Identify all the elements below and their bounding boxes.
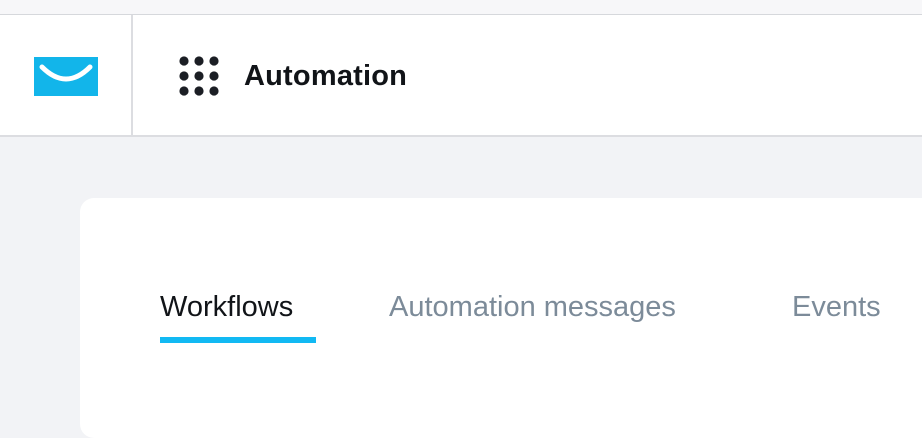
top-header: Automation bbox=[0, 15, 922, 137]
browser-top-strip bbox=[0, 0, 922, 15]
tab-events[interactable]: Events bbox=[792, 289, 881, 325]
app-grid-icon[interactable] bbox=[179, 56, 219, 96]
tab-workflows[interactable]: Workflows bbox=[160, 289, 293, 325]
getresponse-logo-icon[interactable] bbox=[34, 57, 98, 96]
tab-automation-messages[interactable]: Automation messages bbox=[389, 289, 676, 325]
active-tab-indicator bbox=[160, 337, 316, 343]
page-title: Automation bbox=[244, 60, 408, 92]
logo-container[interactable] bbox=[0, 15, 133, 135]
